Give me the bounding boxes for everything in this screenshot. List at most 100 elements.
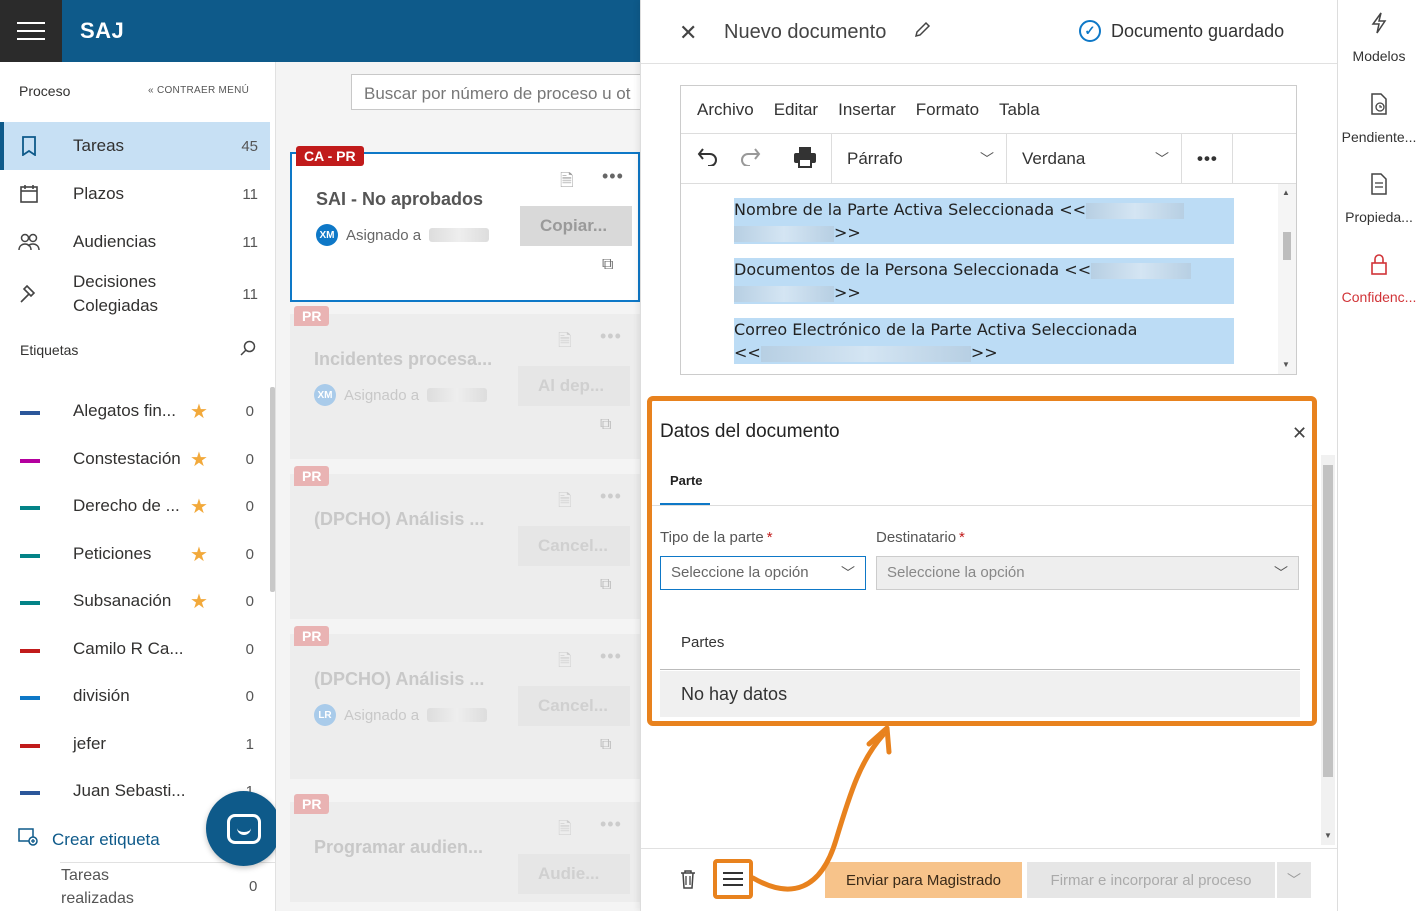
scroll-down-icon[interactable]: ▼: [1324, 831, 1332, 840]
paragraph-format-select[interactable]: Párrafo ﹀: [831, 134, 1006, 184]
tag-item[interactable]: jefer 1: [0, 731, 270, 761]
task-card[interactable]: PR 🗎 ••• (DPCHO) Análisis ... Cancel... ⧉: [290, 466, 640, 619]
scroll-up-icon[interactable]: ▲: [1282, 188, 1290, 197]
editor-paragraph: Nombre de la Parte Activa Seleccionada <…: [734, 198, 1234, 244]
sidebar-item-label: Decisiones Colegiadas: [73, 272, 159, 315]
party-type-label: Tipo de la parte *: [660, 529, 773, 546]
recipient-label: Destinatario *: [876, 529, 965, 546]
hamburger-menu-icon[interactable]: [0, 0, 62, 62]
create-tag-link[interactable]: Crear etiqueta: [18, 828, 160, 851]
done-tasks-item[interactable]: Tareas realizadas: [61, 864, 181, 910]
menu-archivo[interactable]: Archivo: [697, 100, 754, 120]
undo-icon[interactable]: [697, 146, 719, 172]
process-search-input[interactable]: Buscar por número de proceso u ot: [351, 74, 651, 110]
close-icon[interactable]: ✕: [679, 20, 697, 46]
sidebar-scrollbar[interactable]: [270, 387, 275, 592]
tag-label: jefer: [73, 734, 107, 753]
rail-item-pendientes[interactable]: Pendiente...: [1338, 93, 1419, 145]
tag-color-swatch: [20, 554, 40, 558]
editor-content[interactable]: Nombre de la Parte Activa Seleccionada <…: [681, 184, 1276, 374]
document-settings-button[interactable]: [713, 859, 753, 899]
rail-item-modelos[interactable]: Modelos: [1338, 12, 1419, 64]
more-options-icon[interactable]: •••: [600, 326, 622, 347]
tab-parte[interactable]: Parte: [670, 473, 703, 488]
star-icon[interactable]: ★: [190, 447, 208, 472]
card-action-button[interactable]: Cancel...: [518, 526, 630, 566]
sidebar-item-audiencias[interactable]: Audiencias 11: [0, 218, 270, 266]
card-action-button[interactable]: Cancel...: [518, 686, 630, 726]
doc-clock-icon[interactable]: 🗎: [558, 816, 572, 845]
tag-item[interactable]: Peticiones ★ 0: [0, 541, 270, 571]
add-document-icon[interactable]: ⧉: [602, 256, 613, 274]
card-action-button[interactable]: Al dep...: [518, 366, 630, 406]
card-tag-badge: PR: [294, 626, 330, 646]
document-data-dialog: Datos del documento ✕ Parte Tipo de la p…: [647, 396, 1317, 726]
sign-and-incorporate-button[interactable]: Firmar e incorporar al proceso: [1027, 862, 1275, 898]
rail-item-label: Propieda...: [1345, 209, 1413, 225]
star-icon[interactable]: ★: [190, 494, 208, 519]
doc-clock-icon[interactable]: 🗎: [558, 328, 572, 357]
more-options-icon[interactable]: •••: [1181, 134, 1233, 184]
add-document-icon[interactable]: ⧉: [600, 576, 611, 594]
collapse-menu-button[interactable]: « CONTRAER MENÚ: [148, 85, 249, 96]
redo-icon[interactable]: [739, 146, 761, 172]
sidebar-item-plazos[interactable]: Plazos 11: [0, 170, 270, 218]
pencil-icon[interactable]: [913, 21, 931, 44]
chat-launcher-icon[interactable]: [206, 791, 281, 866]
more-options-icon[interactable]: •••: [600, 814, 622, 835]
rail-item-label: Modelos: [1352, 48, 1406, 64]
close-icon[interactable]: ✕: [1292, 423, 1307, 444]
card-action-button[interactable]: Copiar...: [520, 206, 632, 246]
font-family-value: Verdana: [1022, 149, 1086, 168]
card-action-button[interactable]: Audie...: [518, 854, 630, 894]
doc-clock-icon[interactable]: 🗎: [560, 168, 574, 197]
trash-icon[interactable]: [679, 869, 697, 895]
print-icon[interactable]: [793, 146, 817, 174]
menu-formato[interactable]: Formato: [916, 100, 979, 120]
star-icon[interactable]: ★: [190, 589, 208, 614]
more-options-icon[interactable]: •••: [600, 646, 622, 667]
add-document-icon[interactable]: ⧉: [600, 416, 611, 434]
doc-clock-icon[interactable]: 🗎: [558, 648, 572, 677]
more-options-icon[interactable]: •••: [602, 166, 624, 187]
task-card[interactable]: PR 🗎 ••• (DPCHO) Análisis ... Cancel... LR Asi…: [290, 626, 640, 779]
menu-insertar[interactable]: Insertar: [838, 100, 896, 120]
rail-item-confidencial[interactable]: Confidenc...: [1338, 253, 1419, 305]
card-title: (DPCHO) Análisis ...: [314, 669, 485, 689]
more-options-icon[interactable]: •••: [600, 486, 622, 507]
send-to-magistrate-button[interactable]: Enviar para Magistrado: [825, 862, 1022, 898]
task-card[interactable]: PR 🗎 ••• Incidentes procesa... Al dep... XM As…: [290, 306, 640, 459]
menu-tabla[interactable]: Tabla: [999, 100, 1040, 120]
tag-item[interactable]: Constestación ★ 0: [0, 446, 270, 476]
chevron-down-icon[interactable]: ﹀: [1277, 862, 1311, 898]
add-document-icon[interactable]: ⧉: [600, 736, 611, 754]
tag-item[interactable]: Subsanación ★ 0: [0, 588, 270, 618]
tag-count: 1: [245, 736, 254, 753]
panel-scrollbar[interactable]: ▼: [1321, 455, 1335, 845]
scroll-down-icon[interactable]: ▼: [1282, 360, 1290, 369]
task-card[interactable]: CA - PR 🗎 ••• SAI - No aprobados Copiar... XM…: [290, 146, 640, 302]
tag-item[interactable]: Alegatos fin... ★ 0: [0, 398, 270, 428]
star-icon[interactable]: ★: [190, 399, 208, 424]
doc-clock-icon: [1338, 93, 1419, 121]
search-icon[interactable]: [240, 340, 256, 361]
task-card[interactable]: PR 🗎 ••• Programar audien... Audie...: [290, 794, 640, 902]
doc-clock-icon[interactable]: 🗎: [558, 488, 572, 517]
bookmark-icon: [18, 135, 40, 157]
recipient-select[interactable]: Seleccione la opción ﹀: [876, 556, 1299, 590]
tag-item[interactable]: Camilo R Ca... 0: [0, 636, 270, 666]
tag-label: Subsanación: [73, 591, 172, 610]
sidebar-item-decisiones-colegiadas[interactable]: Decisiones Colegiadas 11: [0, 266, 270, 322]
tag-item[interactable]: Derecho de ... ★ 0: [0, 493, 270, 523]
tag-item[interactable]: división 0: [0, 683, 270, 713]
sidebar-item-tareas[interactable]: Tareas 45: [0, 122, 270, 170]
tag-label: Alegatos fin...: [73, 401, 177, 420]
star-icon[interactable]: ★: [190, 542, 208, 567]
document-title: Nuevo documento: [724, 21, 887, 43]
menu-editar[interactable]: Editar: [774, 100, 818, 120]
font-family-select[interactable]: Verdana ﹀: [1006, 134, 1181, 184]
party-type-select[interactable]: Seleccione la opción ﹀: [660, 556, 866, 590]
tag-color-swatch: [20, 696, 40, 700]
rail-item-propiedades[interactable]: Propieda...: [1338, 173, 1419, 225]
editor-scrollbar[interactable]: ▲ ▼: [1278, 184, 1296, 374]
